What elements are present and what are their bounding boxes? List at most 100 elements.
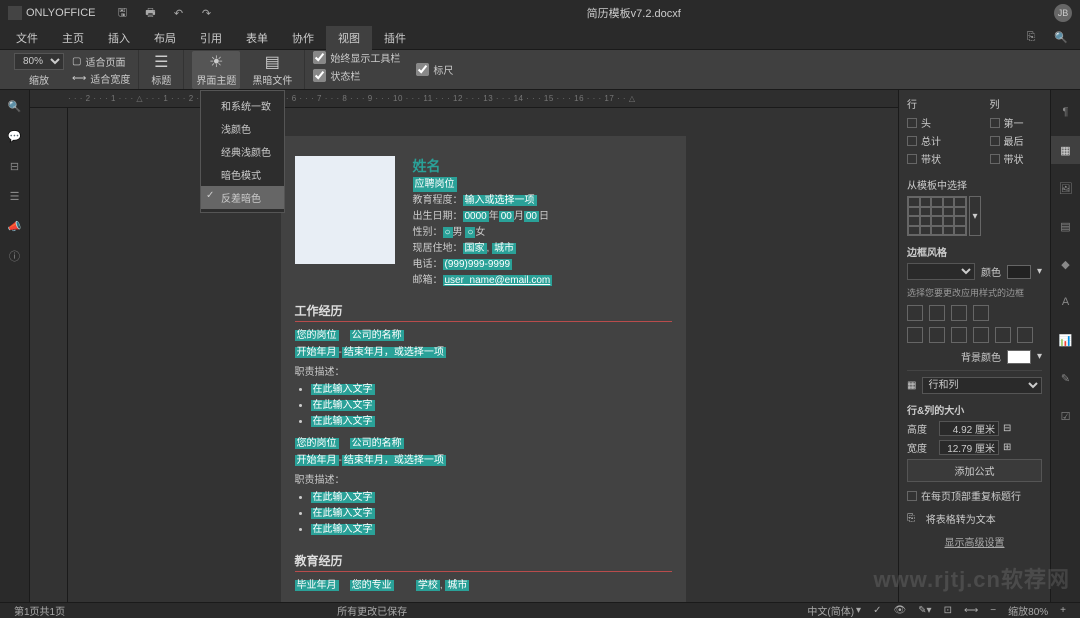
menu-plugins[interactable]: 插件 <box>372 26 418 50</box>
feedback-icon[interactable]: 📣 <box>7 218 23 234</box>
table-settings-icon[interactable]: ▦ <box>1051 136 1080 164</box>
border-top-icon[interactable] <box>973 327 989 343</box>
theme-opt-system[interactable]: 和系统一致 <box>201 94 284 117</box>
banded-row-check[interactable]: 带状 <box>907 151 960 166</box>
dark-doc-button[interactable]: ▤黑暗文件 <box>248 53 296 87</box>
border-buttons-row1 <box>907 305 1042 321</box>
theme-button[interactable]: ☀界面主题 <box>192 51 240 89</box>
border-right-icon[interactable] <box>951 327 967 343</box>
row-height-input[interactable] <box>939 421 999 436</box>
chart-settings-icon[interactable]: 📊 <box>1051 326 1080 354</box>
fit-width-status-icon[interactable]: ⟷ <box>964 605 978 616</box>
navigation-icon[interactable]: ☰ <box>7 188 23 204</box>
menu-references[interactable]: 引用 <box>188 26 234 50</box>
menu-home[interactable]: 主页 <box>50 26 96 50</box>
border-bottom-icon[interactable] <box>1017 327 1033 343</box>
resume-position[interactable]: 应聘岗位 <box>413 177 457 192</box>
tracking-icon[interactable]: 👁 <box>893 605 906 616</box>
border-inner-icon[interactable] <box>951 305 967 321</box>
chat-icon[interactable]: ⊟ <box>7 158 23 174</box>
convert-text-icon[interactable]: ⎘ <box>907 513 915 524</box>
table-template-grid[interactable] <box>907 196 967 236</box>
border-color-swatch[interactable] <box>1007 265 1031 279</box>
rowcol-select[interactable]: 行和列 <box>922 377 1042 394</box>
convert-text-button[interactable]: 将表格转为文本 <box>926 511 996 526</box>
user-avatar[interactable]: JB <box>1054 4 1072 22</box>
signature-icon[interactable]: ✎ <box>1051 364 1080 392</box>
shape-settings-icon[interactable]: ◆ <box>1051 250 1080 278</box>
find-icon[interactable]: 🔍 <box>7 98 23 114</box>
theme-opt-classic-light[interactable]: 经典浅颜色 <box>201 140 284 163</box>
last-col-check[interactable]: 最后 <box>990 133 1043 148</box>
page-count[interactable]: 第1页共1页 <box>14 603 65 618</box>
theme-opt-contrast-dark[interactable]: 反差暗色 <box>201 186 284 209</box>
bgcolor-swatch[interactable] <box>1007 350 1031 364</box>
redo-icon[interactable]: ↷ <box>199 6 213 20</box>
border-all-icon[interactable] <box>929 305 945 321</box>
resume-name[interactable]: 姓名 <box>413 156 672 177</box>
menu-file[interactable]: 文件 <box>4 26 50 50</box>
distribute-cols-icon[interactable]: ⊞ <box>1003 442 1011 453</box>
fit-width-button[interactable]: 适合宽度 <box>90 71 130 86</box>
search-icon[interactable]: 🔍 <box>1046 31 1076 44</box>
border-width-select[interactable] <box>907 263 975 280</box>
track-changes-icon[interactable]: ✎▾ <box>918 605 931 616</box>
textart-settings-icon[interactable]: A <box>1051 288 1080 316</box>
fit-page-button[interactable]: 适合页面 <box>85 54 125 69</box>
menu-layout[interactable]: 布局 <box>142 26 188 50</box>
distribute-rows-icon[interactable]: ⊟ <box>1003 423 1011 434</box>
advanced-settings-link[interactable]: 显示高级设置 <box>907 534 1042 549</box>
document-page[interactable]: 姓名 应聘岗位 教育程度：输入或选择一项 出生日期：0000年00月00日 性别… <box>281 136 686 602</box>
statusbar-check[interactable]: 状态栏 <box>313 68 360 83</box>
border-none-icon[interactable] <box>973 305 989 321</box>
rowcol-icon[interactable]: ▦ <box>907 380 916 391</box>
comments-icon[interactable]: 💬 <box>7 128 23 144</box>
table-settings-panel: 行 头 总计 带状 列 第一 最后 带状 从模板中选择 ▾ 边框风格 <box>898 90 1050 602</box>
ruler-horizontal[interactable]: · · · 2 · · · 1 · · · △ · · · 1 · · · 2 … <box>30 90 898 108</box>
total-row-check[interactable]: 总计 <box>907 133 960 148</box>
section-work-title: 工作经历 <box>295 302 672 322</box>
form-settings-icon[interactable]: ☑ <box>1051 402 1080 430</box>
theme-opt-dark[interactable]: 暗色模式 <box>201 163 284 186</box>
language-select[interactable]: 中文(简体) ▾ <box>807 603 861 618</box>
image-settings-icon[interactable]: 🖼 <box>1051 174 1080 202</box>
add-formula-button[interactable]: 添加公式 <box>907 459 1042 482</box>
zoom-out-icon[interactable]: − <box>990 605 996 616</box>
template-dropdown-icon[interactable]: ▾ <box>969 196 981 236</box>
header-footer-icon[interactable]: ▤ <box>1051 212 1080 240</box>
fit-page-icon[interactable]: ▢ <box>72 56 81 67</box>
spellcheck-icon[interactable]: ✓ <box>873 605 881 616</box>
save-status: 所有更改已保存 <box>337 603 407 618</box>
theme-opt-light[interactable]: 浅颜色 <box>201 117 284 140</box>
always-toolbar-check[interactable]: 始终显示工具栏 <box>313 50 400 65</box>
about-icon[interactable]: ⓘ <box>7 248 23 264</box>
undo-icon[interactable]: ↶ <box>171 6 185 20</box>
col-width-input[interactable] <box>939 440 999 455</box>
save-icon[interactable]: 🖫 <box>115 6 129 20</box>
fit-width-icon[interactable]: ⟷ <box>72 73 86 84</box>
menu-forms[interactable]: 表单 <box>234 26 280 50</box>
border-hcenter-icon[interactable] <box>995 327 1011 343</box>
repeat-header-check[interactable]: 在每页顶部重复标题行 <box>907 488 1042 503</box>
app-logo: ONLYOFFICE <box>8 6 95 20</box>
open-location-icon[interactable]: ⎘ <box>1016 31 1046 44</box>
paragraph-settings-icon[interactable]: ¶ <box>1051 98 1080 126</box>
ruler-vertical[interactable] <box>30 108 68 602</box>
banded-col-check[interactable]: 带状 <box>990 151 1043 166</box>
navigation-button[interactable]: ☰标题 <box>147 53 175 87</box>
menu-view[interactable]: 视图 <box>326 26 372 50</box>
border-vcenter-icon[interactable] <box>929 327 945 343</box>
menu-collab[interactable]: 协作 <box>280 26 326 50</box>
header-row-check[interactable]: 头 <box>907 115 960 130</box>
print-icon[interactable]: 🖶 <box>143 6 157 20</box>
first-col-check[interactable]: 第一 <box>990 115 1043 130</box>
border-outer-icon[interactable] <box>907 305 923 321</box>
zoom-value[interactable]: 缩放80% <box>1008 603 1048 618</box>
resume-photo[interactable] <box>295 156 395 264</box>
ruler-check[interactable]: 标尺 <box>416 62 453 77</box>
zoom-in-icon[interactable]: + <box>1060 605 1066 616</box>
border-left-icon[interactable] <box>907 327 923 343</box>
fit-page-status-icon[interactable]: ⊡ <box>944 605 952 616</box>
zoom-select[interactable]: 80% <box>14 53 64 70</box>
menu-insert[interactable]: 插入 <box>96 26 142 50</box>
